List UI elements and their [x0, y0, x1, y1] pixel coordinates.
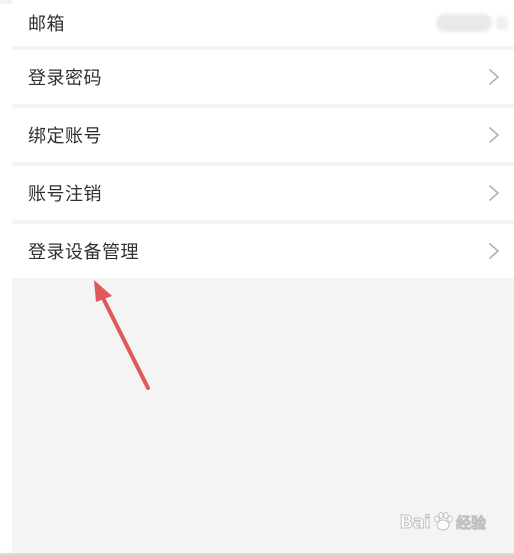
settings-list: 邮箱 登录密码 绑定账号 账号注销 登录设备管理: [12, 0, 514, 278]
chevron-right-icon: [488, 68, 500, 86]
account-settings-screen: 邮箱 登录密码 绑定账号 账号注销 登录设备管理 Bai 经验: [0, 0, 514, 555]
baidu-paw-icon: [432, 511, 454, 533]
watermark-brand-prefix: Bai: [399, 511, 431, 533]
chevron-right-icon: [488, 184, 500, 202]
blurred-email-value: [436, 14, 508, 32]
settings-row-label: 绑定账号: [28, 126, 102, 147]
settings-row-label: 登录密码: [28, 68, 102, 89]
watermark-brand-suffix: 经验: [455, 513, 487, 532]
chevron-right-icon: [488, 242, 500, 260]
baidu-jingyan-watermark: Bai 经验: [399, 511, 486, 533]
settings-row-label: 账号注销: [28, 184, 102, 205]
settings-row-label: 登录设备管理: [28, 242, 139, 263]
settings-row-login-password[interactable]: 登录密码: [12, 50, 514, 104]
settings-row-device-management[interactable]: 登录设备管理: [12, 224, 514, 278]
settings-row-delete-account[interactable]: 账号注销: [12, 166, 514, 220]
settings-row-email[interactable]: 邮箱: [12, 0, 514, 46]
settings-row-label: 邮箱: [28, 14, 65, 35]
settings-row-bind-account[interactable]: 绑定账号: [12, 108, 514, 162]
chevron-right-icon: [488, 126, 500, 144]
